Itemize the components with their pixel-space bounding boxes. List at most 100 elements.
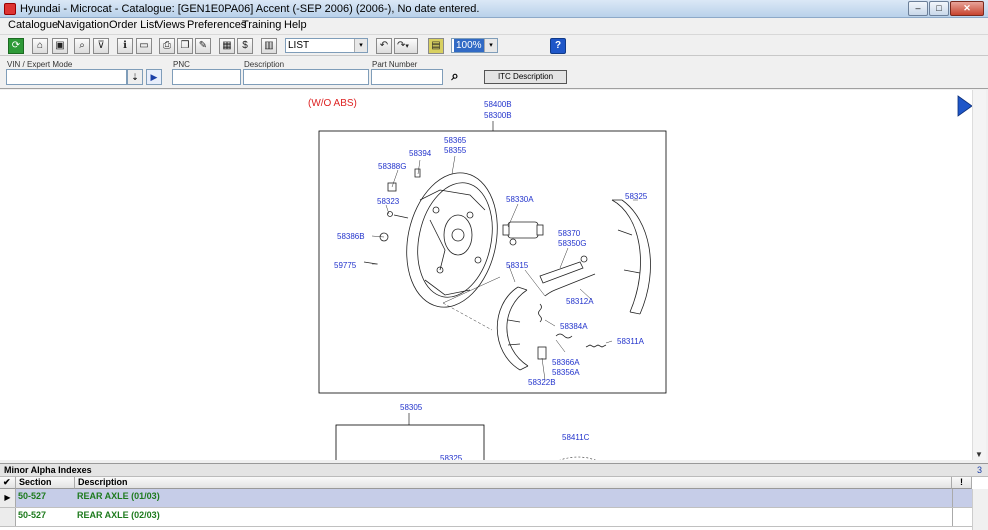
go-button[interactable]: ▶ [146, 69, 162, 85]
part-label-58388G[interactable]: 58388G [378, 162, 406, 171]
vin-dropdown-icon[interactable]: ⇣ [127, 69, 143, 85]
row-flag [952, 508, 972, 526]
diagram-frame [318, 130, 667, 394]
menu-preferences[interactable]: Preferences [187, 19, 246, 31]
backing-plate-drawing [406, 172, 498, 308]
pnc-field[interactable] [172, 69, 241, 85]
minimize-button[interactable]: – [908, 1, 928, 16]
part-number-field[interactable] [371, 69, 443, 85]
part-label-58355[interactable]: 58355 [444, 146, 467, 155]
price-icon[interactable]: $ [237, 38, 253, 54]
home-icon[interactable]: ⌂ [32, 38, 48, 54]
column-header-flag[interactable]: ! [952, 477, 972, 489]
part-label-58325[interactable]: 58325 [625, 192, 648, 201]
vin-field[interactable] [6, 69, 127, 85]
view-select-value: LIST [288, 40, 310, 51]
column-header-description[interactable]: Description [75, 477, 952, 489]
binoculars-icon[interactable]: ⌕ [447, 69, 463, 85]
help-icon[interactable]: ? [550, 38, 566, 54]
catalogue-icon[interactable]: ▦ [219, 38, 235, 54]
menu-views[interactable]: Views [156, 19, 185, 31]
part-label-58394[interactable]: 58394 [409, 149, 432, 158]
leader-lines [371, 155, 638, 381]
monitor-icon[interactable]: ▭ [136, 38, 152, 54]
part-label-58330A[interactable]: 58330A [506, 195, 534, 204]
scroll-down-icon[interactable]: ▼ [975, 450, 983, 459]
description-field[interactable] [243, 69, 369, 85]
redo-chevron-icon: ▾ [405, 43, 409, 50]
view-select[interactable]: LIST ▾ [285, 38, 368, 53]
window-title: Hyundai - Microcat - Catalogue: [GEN1E0P… [20, 3, 480, 15]
part-label-58315[interactable]: 58315 [506, 261, 529, 270]
columns-icon[interactable]: ▥ [261, 38, 277, 54]
part-label-59775[interactable]: 59775 [334, 261, 357, 270]
menu-training[interactable]: Training [242, 19, 281, 31]
window-titlebar: Hyundai - Microcat - Catalogue: [GEN1E0P… [0, 0, 988, 18]
picture-icon[interactable]: ▣ [52, 38, 68, 54]
close-button[interactable]: ✕ [950, 1, 984, 16]
part-label-58311A[interactable]: 58311A [617, 337, 645, 346]
refresh-icon[interactable]: ⟳ [8, 38, 24, 54]
itc-description-button[interactable]: ITC Description [484, 70, 567, 84]
menu-navigation[interactable]: Navigation [57, 19, 109, 31]
wheel-cylinder-drawing [502, 221, 544, 246]
menu-catalogue[interactable]: Catalogue [8, 19, 58, 31]
vin-label: VIN / Expert Mode [7, 60, 73, 69]
info-icon[interactable]: ℹ [117, 38, 133, 54]
minor-alpha-count: 3 [976, 465, 982, 475]
part-label-58384A[interactable]: 58384A [560, 322, 588, 331]
part-label-58365[interactable]: 58365 [444, 136, 467, 145]
assembly-code-58300B[interactable]: 58300B [484, 111, 512, 120]
assembly-code-58305[interactable]: 58305 [400, 403, 423, 412]
springs-drawing [537, 303, 607, 360]
part-label-58366A[interactable]: 58366A [552, 358, 580, 367]
zoom-select[interactable]: 100% ▾ [451, 38, 498, 53]
redo-icon[interactable]: ↷▾ [394, 38, 418, 54]
table-row[interactable]: ▶ 50-527 REAR AXLE (01/03) [0, 489, 972, 508]
part-label-58356A[interactable]: 58356A [552, 368, 580, 377]
note-icon[interactable]: ✎ [195, 38, 211, 54]
row-description: REAR AXLE (01/03) [77, 491, 160, 501]
part-label-lower-58325[interactable]: 58325 [440, 454, 463, 460]
bolts-drawing [363, 168, 421, 265]
part-label-58350G[interactable]: 58350G [558, 239, 586, 248]
print-icon[interactable]: ⎙ [159, 38, 175, 54]
row-section: 50-527 [18, 491, 47, 501]
right-shoe-drawing [611, 199, 651, 315]
maximize-button[interactable]: □ [929, 1, 949, 16]
bookmark-icon[interactable]: ▤ [428, 38, 444, 54]
parts-diagram: (W/O ABS) 58400B 58300B 58365 58355 5839… [0, 90, 972, 460]
minor-alpha-grid: ✔ Section Description ! ▶ 50-527 REAR AX… [0, 477, 988, 530]
filter-icon[interactable]: ⊽ [93, 38, 109, 54]
adjuster-drawing [539, 255, 596, 297]
copy-icon[interactable]: ❐ [177, 38, 193, 54]
menu-bar: Catalogue Navigation Order List Views Pr… [0, 18, 988, 33]
table-row[interactable]: 50-527 REAR AXLE (02/03) [0, 508, 972, 527]
diagram-scrollbar[interactable]: ▼ [972, 90, 986, 460]
grid-scrollbar[interactable] [972, 489, 988, 530]
part-label-58370[interactable]: 58370 [558, 229, 581, 238]
part-number-label: Part Number [372, 60, 418, 69]
assembly-code-58400B[interactable]: 58400B [484, 100, 512, 109]
zoom-icon[interactable]: ⌕ [74, 38, 90, 54]
part-label-58323[interactable]: 58323 [377, 197, 400, 206]
app-icon [4, 3, 16, 15]
minor-alpha-header: Minor Alpha Indexes 3 [0, 463, 988, 477]
chevron-down-icon: ▾ [484, 39, 497, 52]
row-pointer-icon [0, 508, 16, 526]
drum-outline-drawing [559, 456, 596, 460]
part-label-58411C[interactable]: 58411C [562, 433, 590, 442]
toolbar: ⟳ ⌂ ▣ ⌕ ⊽ ℹ ▭ ⎙ ❐ ✎ ▦ $ ▥ LIST ▾ ↶ ↷▾ ▤ … [0, 34, 988, 56]
chevron-down-icon: ▾ [354, 39, 367, 52]
column-header-section[interactable]: Section [16, 477, 75, 489]
part-label-58386B[interactable]: 58386B [337, 232, 365, 241]
row-pointer-icon: ▶ [0, 489, 16, 507]
select-all-checkbox[interactable]: ✔ [0, 477, 16, 489]
part-label-58312A[interactable]: 58312A [566, 297, 594, 306]
menu-order-list[interactable]: Order List [109, 19, 157, 31]
menu-help[interactable]: Help [284, 19, 307, 31]
part-label-58322B[interactable]: 58322B [528, 378, 556, 387]
undo-icon[interactable]: ↶ [376, 38, 392, 54]
next-page-arrow-icon[interactable] [957, 95, 972, 117]
search-bar: VIN / Expert Mode ⇣ ▶ PNC Description Pa… [0, 57, 988, 89]
